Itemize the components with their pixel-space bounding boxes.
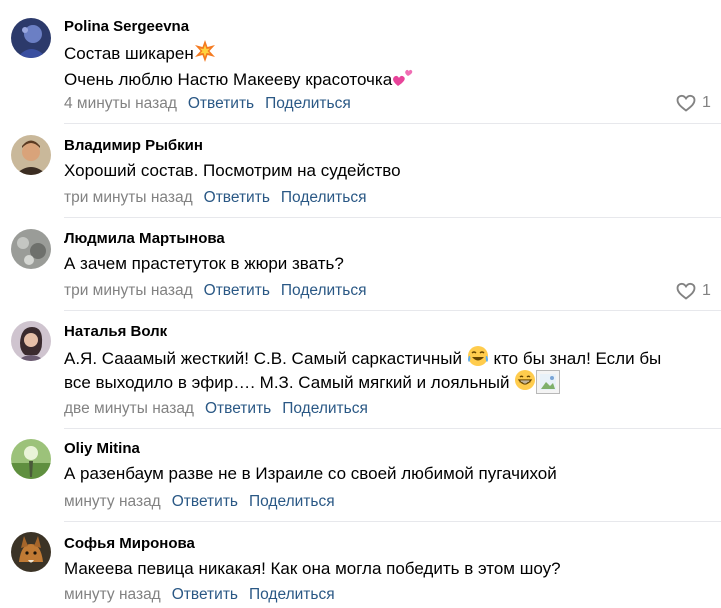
comment-meta: 4 минуты назад Ответить Поделиться	[64, 95, 351, 113]
comment-text: Состав шикарен	[64, 40, 216, 69]
divider	[64, 428, 721, 429]
comment-meta: минуту назад Ответить Поделиться	[64, 493, 335, 511]
comment-timestamp[interactable]: минуту назад	[64, 493, 161, 511]
share-button[interactable]: Поделиться	[281, 189, 367, 207]
avatar[interactable]	[11, 135, 51, 175]
comment-author[interactable]: Наталья Волк	[64, 323, 167, 340]
share-button[interactable]: Поделиться	[281, 282, 367, 300]
reply-button[interactable]: Ответить	[205, 400, 271, 418]
share-button[interactable]: Поделиться	[282, 400, 368, 418]
comment-text: Макеева певица никакая! Как она могла по…	[64, 559, 561, 578]
reply-button[interactable]: Ответить	[172, 586, 238, 604]
comment-text: все выходило в эфир…. М.З. Самый мягкий …	[64, 369, 561, 398]
collision-emoji-icon	[194, 40, 216, 69]
divider	[64, 217, 721, 218]
avatar[interactable]	[11, 439, 51, 479]
share-button[interactable]: Поделиться	[249, 493, 335, 511]
reply-button[interactable]: Ответить	[204, 282, 270, 300]
avatar[interactable]	[11, 229, 51, 269]
comment-timestamp[interactable]: три минуты назад	[64, 282, 193, 300]
comment-text: Очень люблю Настю Макееву красоточка	[64, 66, 414, 95]
comment-author[interactable]: Oliy Mitina	[64, 440, 140, 457]
reply-button[interactable]: Ответить	[204, 189, 270, 207]
grinning-emoji-icon	[514, 369, 536, 398]
comment-timestamp[interactable]: минуту назад	[64, 586, 161, 604]
comment-timestamp[interactable]: три минуты назад	[64, 189, 193, 207]
like-button[interactable]: 1	[676, 282, 711, 300]
heart-outline-icon	[676, 282, 696, 300]
share-button[interactable]: Поделиться	[265, 95, 351, 113]
reply-button[interactable]: Ответить	[188, 95, 254, 113]
comment-text: Хороший состав. Посмотрим на судейство	[64, 161, 401, 180]
heart-outline-icon	[676, 94, 696, 112]
comment-meta: три минуты назад Ответить Поделиться	[64, 282, 367, 300]
comment-meta: минуту назад Ответить Поделиться	[64, 586, 335, 604]
comment-timestamp[interactable]: две минуты назад	[64, 400, 194, 418]
comment-author[interactable]: Софья Миронова	[64, 535, 195, 552]
comment-meta: три минуты назад Ответить Поделиться	[64, 189, 367, 207]
avatar[interactable]	[11, 18, 51, 58]
avatar[interactable]	[11, 321, 51, 361]
divider	[64, 310, 721, 311]
broken-image-icon	[536, 370, 561, 394]
comment-text: А разенбаум разве не в Израиле со своей …	[64, 464, 557, 483]
comment-author[interactable]: Polina Sergeevna	[64, 18, 189, 35]
comment-meta: две минуты назад Ответить Поделиться	[64, 400, 368, 418]
comment-text: А зачем прастетуток в жюри звать?	[64, 254, 344, 273]
comment-author[interactable]: Людмила Мартынова	[64, 230, 225, 247]
comment-author[interactable]: Владимир Рыбкин	[64, 137, 203, 154]
divider	[64, 521, 721, 522]
comment-timestamp[interactable]: 4 минуты назад	[64, 95, 177, 113]
avatar[interactable]	[11, 532, 51, 572]
pink-hearts-emoji-icon	[392, 66, 414, 95]
like-button[interactable]: 1	[676, 94, 711, 112]
like-count: 1	[702, 94, 711, 111]
like-count: 1	[702, 282, 711, 299]
reply-button[interactable]: Ответить	[172, 493, 238, 511]
share-button[interactable]: Поделиться	[249, 586, 335, 604]
divider	[64, 123, 721, 124]
